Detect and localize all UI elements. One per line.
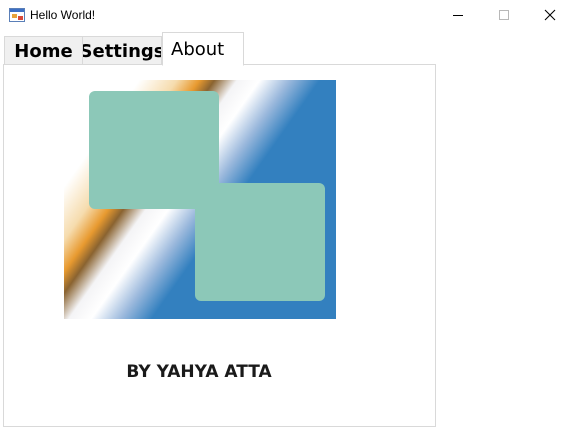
windows-forms-icon: [9, 8, 25, 23]
app-logo: [64, 80, 336, 319]
maximize-button[interactable]: [481, 0, 527, 31]
tab-home[interactable]: Home: [4, 36, 83, 65]
close-icon: [544, 6, 556, 25]
logo-square-bottom: [195, 183, 325, 301]
maximize-icon: [498, 6, 510, 25]
about-tab-page: BY YAHYA ATTA: [3, 64, 436, 427]
tab-settings-label: Settings: [82, 40, 162, 62]
author-credit: BY YAHYA ATTA: [126, 362, 272, 382]
tab-home-label: Home: [14, 40, 73, 62]
minimize-button[interactable]: [435, 0, 481, 31]
title-bar[interactable]: Hello World!: [0, 0, 573, 31]
minimize-icon: [452, 6, 464, 25]
tab-about[interactable]: About: [162, 32, 244, 66]
tab-settings[interactable]: Settings: [82, 36, 162, 65]
close-button[interactable]: [527, 0, 573, 31]
window-title: Hello World!: [30, 8, 96, 22]
tab-about-label: About: [171, 38, 225, 60]
main-window: Hello World! Home Settings About BY YAHY…: [0, 0, 573, 429]
